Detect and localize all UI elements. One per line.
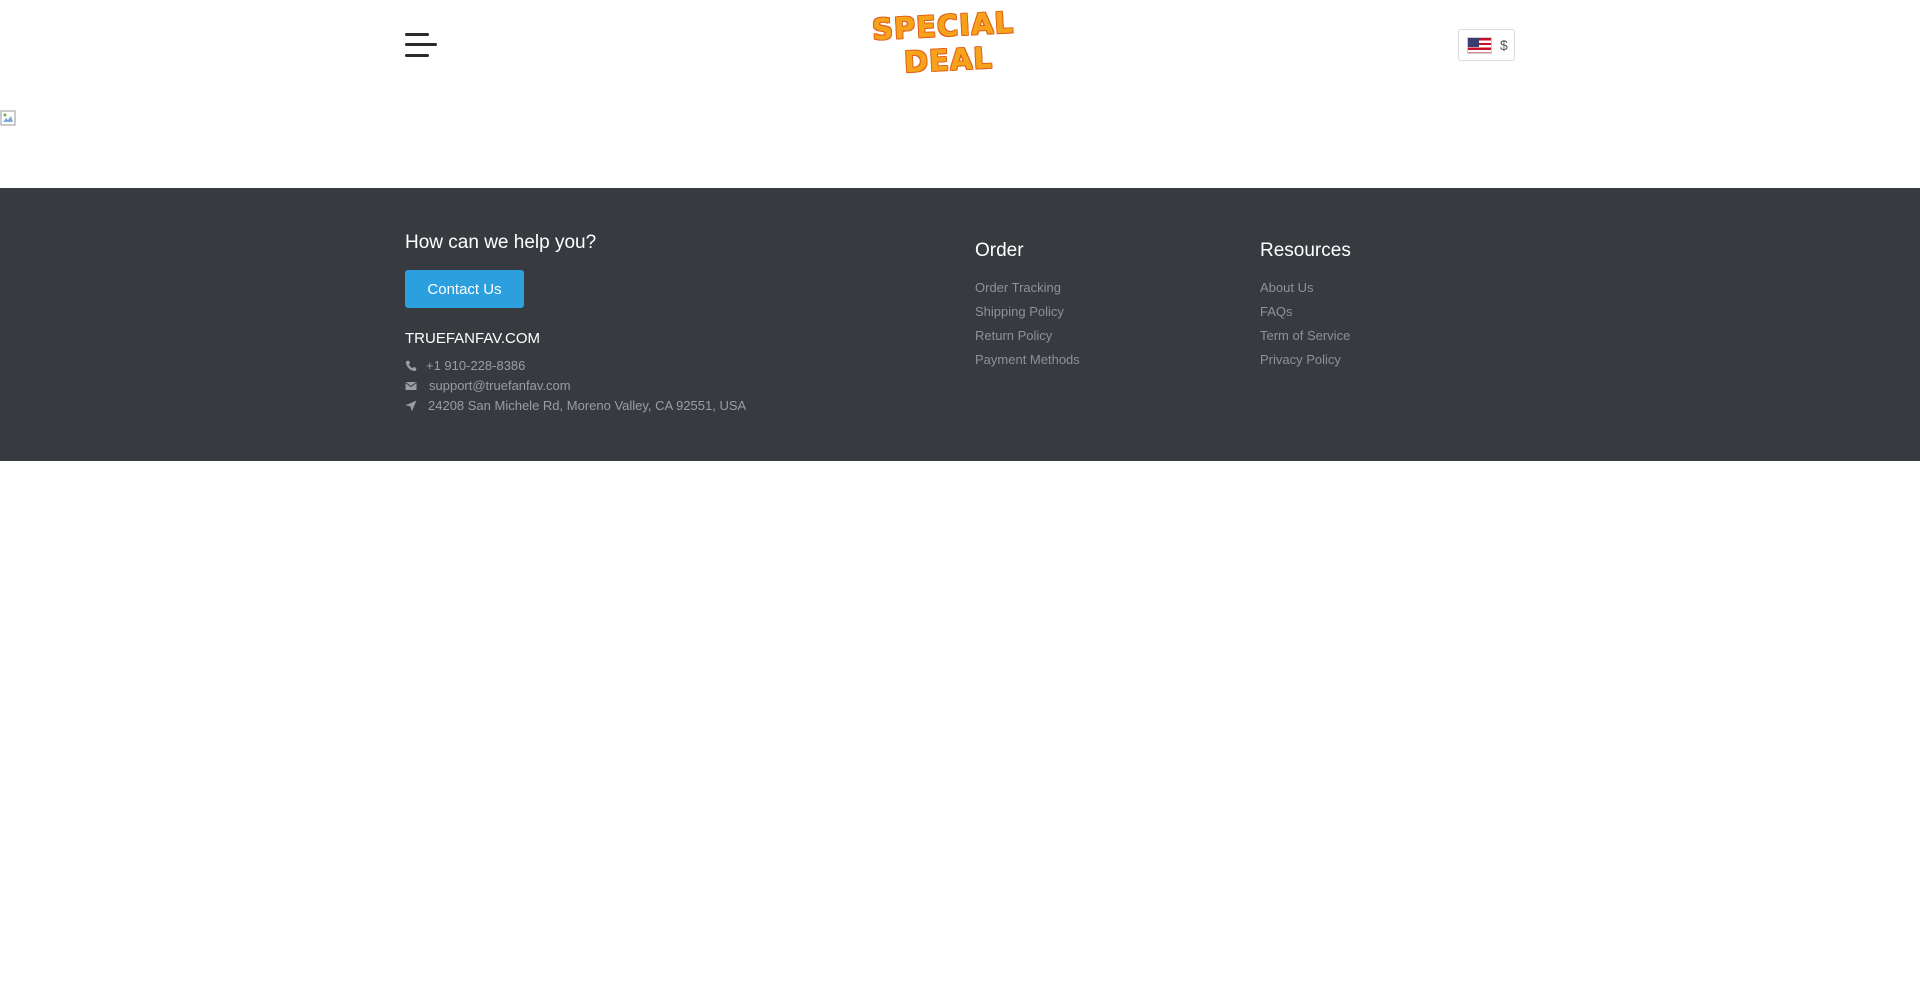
- return-policy-link[interactable]: Return Policy: [975, 324, 1080, 348]
- contact-us-button[interactable]: Contact Us: [405, 270, 524, 308]
- logo-text-line1: SPECIAL: [871, 5, 1015, 47]
- privacy-policy-link[interactable]: Privacy Policy: [1260, 348, 1351, 372]
- phone-icon: [405, 360, 417, 371]
- about-us-link[interactable]: About Us: [1260, 276, 1351, 300]
- us-flag-icon: [1467, 36, 1492, 54]
- order-tracking-link[interactable]: Order Tracking: [975, 276, 1080, 300]
- help-heading: How can we help you?: [405, 232, 597, 253]
- shipping-policy-link[interactable]: Shipping Policy: [975, 300, 1080, 324]
- hamburger-menu-icon[interactable]: [405, 33, 437, 59]
- payment-methods-link[interactable]: Payment Methods: [975, 348, 1080, 372]
- site-header: SPECIAL DEAL $: [0, 0, 1920, 92]
- term-of-service-link[interactable]: Term of Service: [1260, 324, 1351, 348]
- phone-number: +1 910-228-8386: [426, 358, 526, 373]
- email-row: support@truefanfav.com: [405, 378, 571, 393]
- broken-image-icon: [0, 110, 16, 126]
- footer-column-resources: Resources About Us FAQs Term of Service …: [1260, 240, 1351, 372]
- resources-heading: Resources: [1260, 240, 1351, 261]
- email-address: support@truefanfav.com: [429, 378, 571, 393]
- address-text: 24208 San Michele Rd, Moreno Valley, CA …: [428, 398, 747, 413]
- location-arrow-icon: [405, 400, 417, 411]
- site-footer: How can we help you? Contact Us TRUEFANF…: [0, 188, 1920, 461]
- order-heading: Order: [975, 240, 1024, 261]
- envelope-icon: [405, 381, 417, 390]
- footer-column-order: Order Order Tracking Shipping Policy Ret…: [975, 240, 1080, 372]
- currency-symbol: $: [1500, 37, 1508, 53]
- site-logo[interactable]: SPECIAL DEAL: [868, 5, 1015, 84]
- phone-row: +1 910-228-8386: [405, 358, 525, 373]
- site-name: TRUEFANFAV.COM: [405, 330, 541, 347]
- logo-text-line2: DEAL: [903, 40, 994, 80]
- currency-selector[interactable]: $: [1458, 29, 1515, 61]
- address-row: 24208 San Michele Rd, Moreno Valley, CA …: [405, 398, 746, 413]
- faqs-link[interactable]: FAQs: [1260, 300, 1351, 324]
